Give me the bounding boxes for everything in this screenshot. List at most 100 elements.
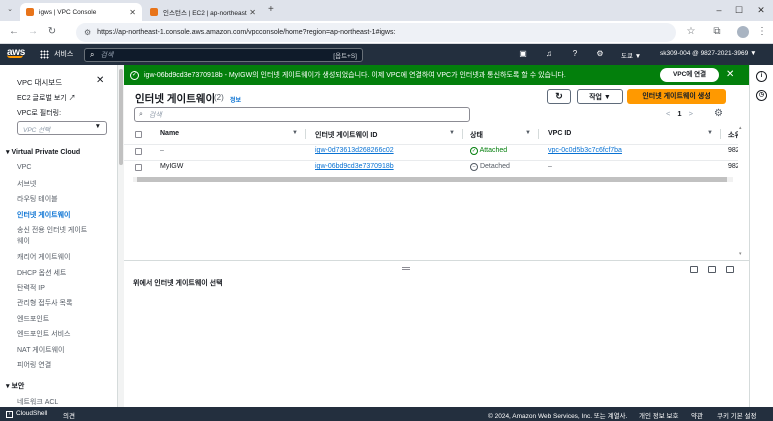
sidebar-item-vpc[interactable]: VPC — [17, 164, 31, 171]
privacy-link[interactable]: 개인 정보 보호 — [639, 410, 679, 420]
window-close-icon[interactable]: ✕ — [751, 3, 771, 17]
prev-page-icon[interactable]: < — [666, 109, 670, 118]
refresh-button[interactable]: ↻ — [547, 89, 571, 104]
minimize-icon[interactable]: – — [709, 3, 729, 17]
region-selector[interactable]: 도쿄 ▼ — [621, 50, 641, 60]
column-divider[interactable] — [305, 129, 306, 139]
column-divider[interactable] — [720, 129, 721, 139]
column-divider[interactable] — [462, 129, 463, 139]
browser-menu-icon[interactable]: ⋮ — [755, 25, 769, 39]
close-icon[interactable]: ✕ — [726, 68, 734, 82]
services-menu[interactable]: 서비스 — [40, 49, 73, 59]
close-icon[interactable]: ✕ — [249, 8, 256, 17]
back-icon[interactable]: ← — [7, 25, 21, 39]
bookmark-star-icon[interactable]: ☆ — [684, 25, 698, 39]
column-header-name[interactable]: Name — [160, 130, 179, 137]
create-internet-gateway-button[interactable]: 인터넷 게이트웨이 생성 — [627, 89, 726, 104]
cell-igw-id-link[interactable]: igw-0d73613d268266c02 — [315, 147, 394, 154]
sidebar-item-elastic-ips[interactable]: 탄력적 IP — [17, 283, 45, 293]
section-vpc-header[interactable]: ▾ Virtual Private Cloud — [6, 148, 80, 156]
cell-owner: 98272021 — [728, 147, 738, 154]
success-check-icon: ✓ — [130, 70, 139, 80]
browser-tab-ec2[interactable]: 인스턴스 | EC2 | ap-northeast ✕ — [144, 3, 262, 21]
scroll-down-icon[interactable]: ▾ — [739, 251, 742, 257]
content-vertical-scrollbar[interactable]: ▴ ▾ — [738, 125, 746, 260]
settings-gear-icon[interactable]: ⚙ — [594, 48, 606, 60]
sidebar-item-egress-only-igw[interactable]: 송신 전용 인터넷 게이트 — [17, 225, 87, 235]
actions-button[interactable]: 작업 ▼ — [577, 89, 623, 104]
column-header-vpc-id[interactable]: VPC ID — [548, 130, 571, 137]
cell-state: ✓ Attached — [470, 147, 507, 155]
split-side-icon[interactable] — [708, 266, 716, 273]
forward-icon[interactable]: → — [26, 25, 40, 39]
sidebar-close-icon[interactable]: ✕ — [96, 75, 104, 86]
tab-search-icon[interactable]: ⌄ — [4, 4, 16, 16]
info-link[interactable]: 정보 — [230, 95, 241, 104]
profile-avatar[interactable] — [737, 26, 749, 38]
sidebar-item-network-acls[interactable]: 네트워크 ACL — [17, 397, 58, 407]
sidebar-item-endpoints[interactable]: 엔드포인트 — [17, 314, 49, 324]
cloudshell-icon[interactable]: ▣ — [517, 48, 529, 60]
scrollbar-thumb[interactable] — [119, 69, 123, 165]
notifications-bell-icon[interactable]: ♫ — [543, 48, 555, 60]
split-bottom-icon[interactable] — [690, 266, 698, 273]
site-info-icon[interactable]: ⚙ — [84, 28, 91, 37]
cloudshell-button[interactable]: › CloudShell — [6, 410, 47, 418]
sidebar-item-dhcp-option-sets[interactable]: DHCP 옵션 세트 — [17, 268, 66, 278]
table-horizontal-scrollbar[interactable] — [133, 177, 733, 182]
sidebar-item-endpoint-services[interactable]: 엔드포인트 서비스 — [17, 329, 70, 339]
page-number[interactable]: 1 — [677, 109, 681, 118]
scroll-up-icon[interactable]: ▴ — [739, 125, 742, 131]
sidebar-item-peering[interactable]: 피어링 연결 — [17, 360, 51, 370]
history-icon[interactable]: ◷ — [756, 90, 767, 101]
address-bar[interactable]: ⚙ https://ap-northeast-1.console.aws.ama… — [76, 23, 676, 42]
split-hide-icon[interactable] — [726, 266, 734, 273]
close-icon[interactable]: ✕ — [129, 8, 136, 17]
terms-link[interactable]: 약관 — [691, 410, 703, 420]
cell-vpc-id-link[interactable]: vpc-0c0d5b3c7c6fcf7ba — [548, 147, 622, 154]
extensions-icon[interactable]: ⧉ — [710, 25, 724, 39]
table-preferences-gear-icon[interactable]: ⚙ — [714, 108, 723, 119]
account-menu[interactable]: sk309-004 @ 9827-2021-3969 ▼ — [660, 50, 757, 57]
sort-icon[interactable]: ▼ — [525, 130, 531, 136]
sidebar-item-nat-gateways[interactable]: NAT 게이트웨이 — [17, 345, 65, 355]
cookie-preferences-link[interactable]: 쿠키 기본 설정 — [717, 410, 757, 420]
info-icon[interactable]: i — [756, 71, 767, 82]
ec2-global-view-link[interactable]: EC2 글로벌 보기 ↗ — [17, 93, 76, 103]
column-divider[interactable] — [538, 129, 539, 139]
scrollbar-thumb[interactable] — [137, 177, 727, 182]
row-checkbox[interactable] — [135, 164, 142, 171]
help-icon[interactable]: ? — [569, 48, 581, 60]
split-panel-drag-handle[interactable] — [402, 267, 410, 270]
sidebar-item-route-tables[interactable]: 라우팅 테이블 — [17, 194, 58, 204]
sidebar-item-carrier-gateways[interactable]: 캐리어 게이트웨이 — [17, 252, 70, 262]
cell-igw-id-link[interactable]: igw-06bd9cd3e7370918b — [315, 163, 394, 170]
sidebar-item-egress-only-igw-cont[interactable]: 웨이 — [17, 236, 30, 246]
reload-icon[interactable]: ↻ — [45, 25, 59, 39]
next-page-icon[interactable]: > — [689, 109, 693, 118]
search-placeholder: 검색 — [100, 52, 114, 59]
maximize-icon[interactable]: ☐ — [729, 3, 749, 17]
sort-icon[interactable]: ▼ — [449, 130, 455, 136]
aws-logo[interactable]: aws — [7, 47, 25, 58]
column-header-igw-id[interactable]: 인터넷 게이트웨이 ID — [315, 130, 377, 140]
sidebar-item-internet-gateways[interactable]: 인터넷 게이트웨이 — [17, 210, 70, 220]
browser-tab-igws[interactable]: igws | VPC Console ✕ — [20, 3, 142, 21]
sidebar-item-subnets[interactable]: 서브넷 — [17, 179, 36, 189]
column-header-owner[interactable]: 소유자 — [728, 130, 738, 140]
sidebar-title[interactable]: VPC 대시보드 — [17, 77, 62, 88]
aws-search-input[interactable]: ⌕ 검색 [옵트+S] — [84, 48, 363, 62]
sidebar-item-prefix-lists[interactable]: 관리형 접두사 목록 — [17, 298, 72, 308]
sort-icon[interactable]: ▼ — [707, 130, 713, 136]
select-all-checkbox[interactable] — [135, 131, 142, 138]
feedback-link[interactable]: 의견 — [63, 410, 75, 420]
cell-vpc-id: – — [548, 163, 552, 170]
search-input[interactable]: ⌕ 검색 — [134, 107, 470, 122]
row-checkbox[interactable] — [135, 148, 142, 155]
column-header-state[interactable]: 상태 — [470, 130, 483, 140]
sort-icon[interactable]: ▼ — [292, 130, 298, 136]
vpc-filter-select[interactable]: VPC 선택 ▼ — [17, 121, 107, 135]
section-security-header[interactable]: ▾ 보안 — [6, 381, 24, 391]
attach-to-vpc-button[interactable]: VPC에 연결 — [660, 68, 719, 82]
new-tab-button[interactable]: + — [268, 4, 274, 15]
